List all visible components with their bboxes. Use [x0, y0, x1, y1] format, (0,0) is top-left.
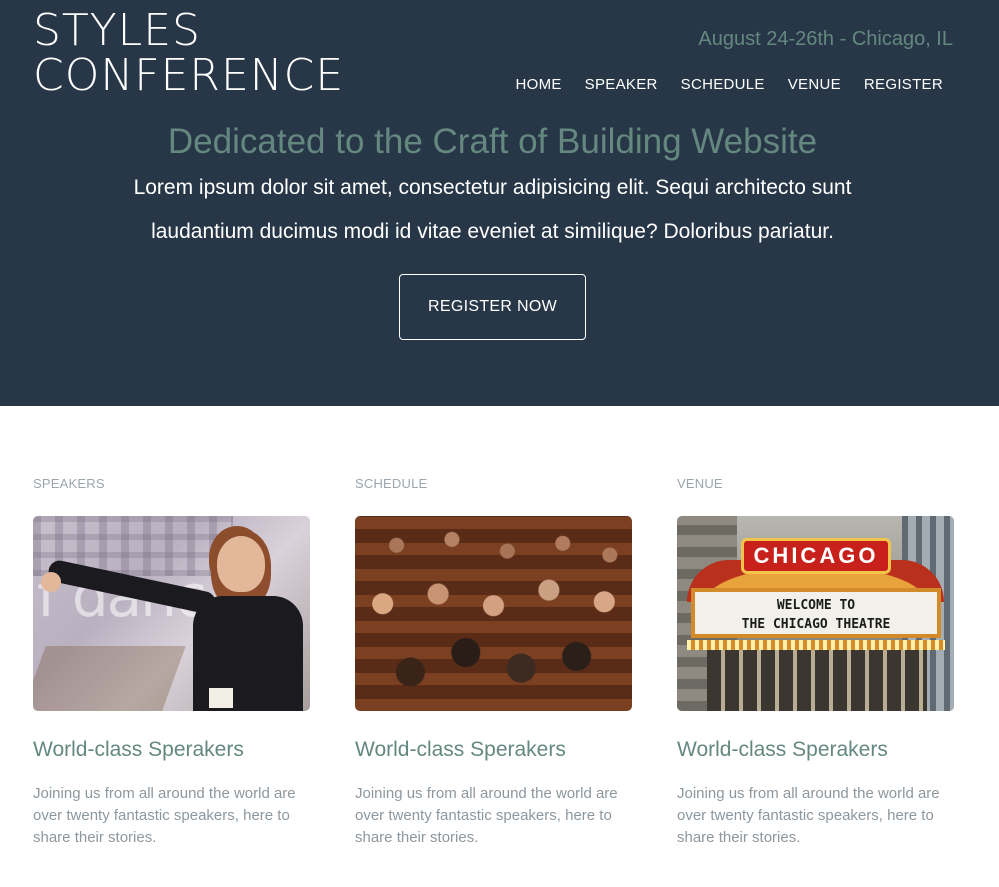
photo-entrance — [707, 650, 927, 711]
photo-chicago-sign: CHICAGO — [741, 538, 891, 574]
marquee-line-1: WELCOME TO — [776, 598, 856, 613]
site-logo[interactable]: STYLES CONFERENCE — [33, 8, 344, 98]
hero-section: STYLES CONFERENCE August 24-26th - Chica… — [0, 0, 999, 406]
feature-title: World-class Sperakers — [33, 738, 244, 761]
hero-lead: Lorem ipsum dolor sit amet, consectetur … — [133, 176, 852, 243]
logo-line-2: CONFERENCE — [33, 50, 345, 101]
theatre-photo[interactable]: CHICAGO WELCOME TO THE CHICAGO THEATRE — [677, 516, 954, 711]
photo-badge — [209, 688, 233, 708]
photo-hand — [41, 572, 61, 592]
photo-marquee: WELCOME TO THE CHICAGO THEATRE — [691, 588, 941, 638]
nav-register[interactable]: REGISTER — [864, 76, 943, 93]
photo-lights — [687, 640, 945, 650]
audience-photo[interactable] — [355, 516, 632, 711]
feature-description: Joining us from all around the world are… — [355, 785, 618, 846]
feature-description: Joining us from all around the world are… — [33, 785, 296, 846]
event-dates: August 24-26th - Chicago, IL — [698, 28, 953, 50]
register-now-button[interactable]: REGISTER NOW — [399, 274, 586, 340]
feature-title: World-class Sperakers — [355, 738, 566, 761]
feature-kicker: VENUE — [677, 476, 723, 491]
nav-venue[interactable]: VENUE — [788, 76, 841, 93]
feature-description: Joining us from all around the world are… — [677, 785, 940, 846]
feature-title: World-class Sperakers — [677, 738, 888, 761]
main-nav: HOME SPEAKER SCHEDULE VENUE REGISTER — [515, 76, 943, 93]
feature-kicker: SCHEDULE — [355, 476, 428, 491]
photo-shadow — [33, 646, 186, 711]
hero-headline: Dedicated to the Craft of Building Websi… — [167, 122, 818, 161]
logo-line-1: STYLES — [33, 5, 201, 56]
nav-home[interactable]: HOME — [515, 76, 561, 93]
photo-head — [217, 536, 265, 592]
speaker-photo[interactable]: f danc — [33, 516, 310, 711]
features-section: SPEAKERS f danc World-class Sperakers Jo… — [0, 406, 999, 887]
marquee-line-2: THE CHICAGO THEATRE — [741, 617, 891, 632]
feature-kicker: SPEAKERS — [33, 476, 105, 491]
nav-speaker[interactable]: SPEAKER — [585, 76, 658, 93]
nav-schedule[interactable]: SCHEDULE — [681, 76, 765, 93]
